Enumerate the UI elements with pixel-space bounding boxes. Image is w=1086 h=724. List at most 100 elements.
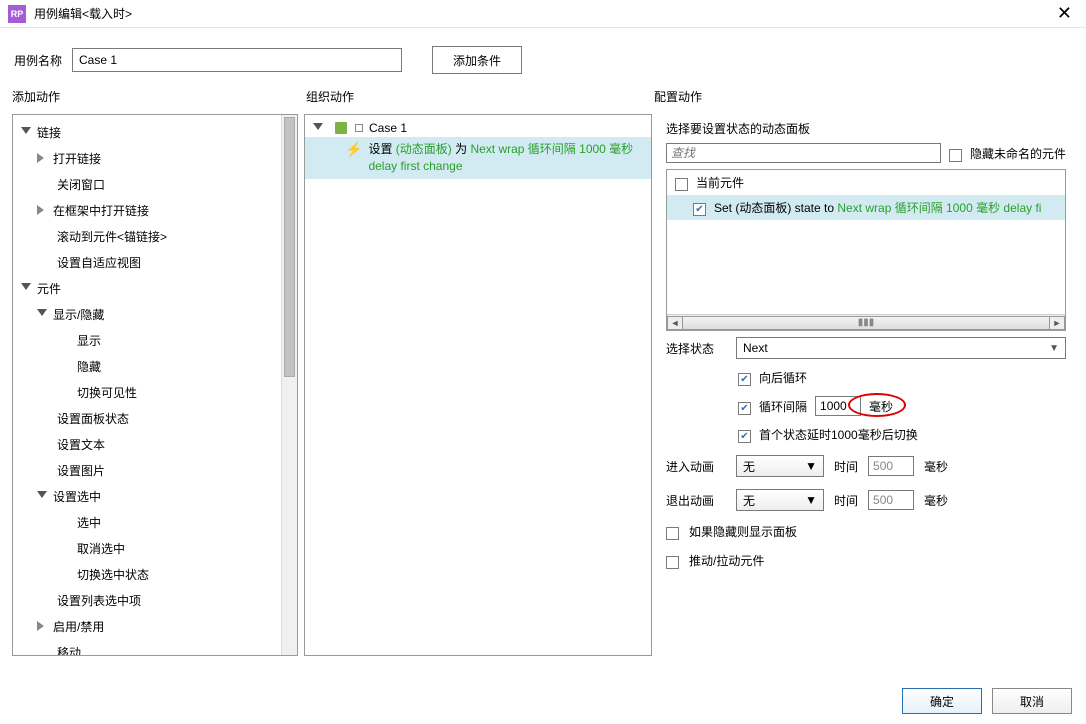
tree-item-label: 在框架中打开链接 (53, 202, 149, 219)
search-input[interactable] (666, 143, 941, 163)
ms-label-1: 毫秒 (869, 398, 893, 415)
tri-spacer (57, 517, 71, 527)
ok-button[interactable]: 确定 (902, 688, 982, 714)
select-panel-label: 选择要设置状态的动态面板 (658, 114, 1074, 143)
anim-out-label: 退出动画 (666, 492, 726, 509)
organize-panel: Case 1 ⚡ 设置 (动态面板) 为 Next wrap 循环间隔 1000… (304, 114, 652, 656)
tree-item[interactable]: 启用/禁用 (13, 613, 281, 639)
interval-checkbox[interactable] (738, 402, 751, 415)
tree-item-label: 设置文本 (57, 436, 105, 453)
tree-item-label: 打开链接 (53, 150, 101, 167)
configure-panel: 选择要设置状态的动态面板 隐藏未命名的元件 当前元件 Set (动态面板) st… (658, 114, 1074, 656)
panel-list-hscroll[interactable]: ◄ ▮▮▮ ► (667, 314, 1065, 330)
tree-item-label: 滚动到元件<锚链接> (57, 228, 167, 245)
header-add-actions: 添加动作 (12, 88, 306, 108)
chevron-down-icon: ▼ (805, 493, 817, 507)
tree-item[interactable]: 移动 (13, 639, 281, 655)
anim-in-time-input (868, 456, 914, 476)
tree-item[interactable]: 取消选中 (13, 535, 281, 561)
tree-item[interactable]: 设置面板状态 (13, 405, 281, 431)
app-icon: RP (8, 5, 26, 23)
time-label-in: 时间 (834, 458, 858, 475)
tree-item[interactable]: 关闭窗口 (13, 171, 281, 197)
case-name-input[interactable] (72, 48, 402, 72)
tree-item[interactable]: 设置图片 (13, 457, 281, 483)
tri-spacer (37, 439, 51, 449)
header-configure: 配置动作 (654, 88, 1074, 108)
tree-item[interactable]: 隐藏 (13, 353, 281, 379)
tree-item-label: 取消选中 (77, 540, 125, 557)
set-state-checkbox[interactable] (693, 203, 706, 216)
chevron-down-icon[interactable] (21, 127, 31, 137)
chevron-down-icon[interactable] (37, 309, 47, 319)
tree-item[interactable]: 切换可见性 (13, 379, 281, 405)
tree-item-label: 选中 (77, 514, 101, 531)
tree-item[interactable]: 设置选中 (13, 483, 281, 509)
anim-out-dropdown[interactable]: 无▼ (736, 489, 824, 511)
tree-item[interactable]: 设置自适应视图 (13, 249, 281, 275)
tri-spacer (37, 231, 51, 241)
hide-unnamed-checkbox[interactable] (949, 149, 962, 162)
tree-item[interactable]: 设置文本 (13, 431, 281, 457)
tree-item[interactable]: 切换选中状态 (13, 561, 281, 587)
tree-item-label: 设置选中 (53, 488, 101, 505)
tree-item-label: 设置图片 (57, 462, 105, 479)
set-state-text: Set (动态面板) state to Next wrap 循环间隔 1000 … (714, 199, 1041, 216)
tree-item-label: 隐藏 (77, 358, 101, 375)
chevron-right-icon[interactable] (37, 153, 47, 163)
chevron-down-icon[interactable] (313, 123, 323, 133)
scroll-left-icon[interactable]: ◄ (667, 316, 683, 330)
show-if-hidden-label: 如果隐藏则显示面板 (689, 523, 797, 540)
tree-item[interactable]: 打开链接 (13, 145, 281, 171)
tree-item[interactable]: 在框架中打开链接 (13, 197, 281, 223)
case-sub-icon (355, 124, 363, 132)
time-label-out: 时间 (834, 492, 858, 509)
list-row-set-state[interactable]: Set (动态面板) state to Next wrap 循环间隔 1000 … (667, 195, 1065, 220)
tree-item[interactable]: 链接 (13, 119, 281, 145)
chevron-right-icon[interactable] (37, 205, 47, 215)
tree-item[interactable]: 显示 (13, 327, 281, 353)
tree-item-label: 链接 (37, 124, 61, 141)
tree-item[interactable]: 滚动到元件<锚链接> (13, 223, 281, 249)
list-row-current[interactable]: 当前元件 (667, 170, 1065, 195)
select-state-dropdown[interactable]: Next ▼ (736, 337, 1066, 359)
hide-unnamed-label: 隐藏未命名的元件 (970, 145, 1066, 162)
case-row[interactable]: Case 1 (305, 119, 651, 137)
titlebar: RP 用例编辑<载入时> ✕ (0, 0, 1086, 28)
chevron-down-icon[interactable] (37, 491, 47, 501)
push-pull-checkbox[interactable] (666, 556, 679, 569)
tree-item-label: 移动 (57, 644, 81, 656)
tree-item[interactable]: 元件 (13, 275, 281, 301)
add-condition-button[interactable]: 添加条件 (432, 46, 522, 74)
interval-input[interactable] (815, 396, 861, 416)
cancel-button[interactable]: 取消 (992, 688, 1072, 714)
action-row[interactable]: ⚡ 设置 (动态面板) 为 Next wrap 循环间隔 1000 毫秒 del… (305, 137, 651, 179)
tree-item-label: 设置列表选中项 (57, 592, 141, 609)
tree-item[interactable]: 选中 (13, 509, 281, 535)
tri-spacer (57, 543, 71, 553)
footer-buttons: 确定 取消 (902, 688, 1072, 714)
current-widget-checkbox[interactable] (675, 178, 688, 191)
select-state-value: Next (743, 341, 768, 355)
wrap-checkbox[interactable] (738, 373, 751, 386)
chevron-down-icon[interactable] (21, 283, 31, 293)
delay-checkbox[interactable] (738, 430, 751, 443)
tri-spacer (37, 595, 51, 605)
scroll-right-icon[interactable]: ► (1049, 316, 1065, 330)
chevron-down-icon: ▼ (1049, 343, 1059, 354)
tree-item-label: 元件 (37, 280, 61, 297)
show-if-hidden-checkbox[interactable] (666, 527, 679, 540)
push-pull-label: 推动/拉动元件 (689, 552, 764, 569)
close-icon[interactable]: ✕ (1051, 3, 1078, 24)
tree-item-label: 设置自适应视图 (57, 254, 141, 271)
left-scrollbar[interactable] (281, 115, 297, 655)
tree-item[interactable]: 显示/隐藏 (13, 301, 281, 327)
select-state-label: 选择状态 (666, 340, 726, 357)
tree-item-label: 关闭窗口 (57, 176, 105, 193)
tri-spacer (37, 413, 51, 423)
tree-item-label: 显示 (77, 332, 101, 349)
tree-item[interactable]: 设置列表选中项 (13, 587, 281, 613)
anim-in-dropdown[interactable]: 无▼ (736, 455, 824, 477)
window-title: 用例编辑<载入时> (34, 5, 1051, 22)
chevron-right-icon[interactable] (37, 621, 47, 631)
